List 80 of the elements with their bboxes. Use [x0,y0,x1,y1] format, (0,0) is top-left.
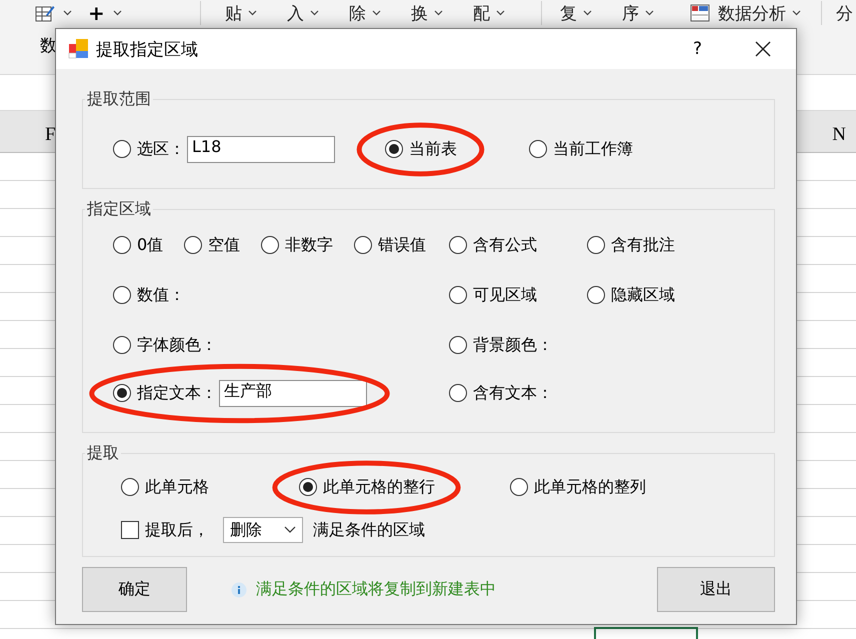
ribbon-button[interactable]: 配 [473,2,490,24]
caret-icon [310,10,319,16]
option-label: 字体颜色： [137,334,217,356]
radio-button[interactable] [449,384,467,402]
caret-icon [63,10,72,16]
option-label: 含有批注 [611,234,675,256]
option-label: 0值 [137,234,164,256]
window-title: 提取指定区域 [96,38,199,60]
group-title: 指定区域 [86,199,152,220]
radio-button[interactable] [510,478,528,496]
option-label: 此单元格 [145,476,209,498]
group-title: 提取 [86,443,120,464]
text-field[interactable]: 生产部 [219,380,367,406]
radio-button[interactable] [113,140,131,158]
ribbon-button[interactable]: 序 [622,2,639,24]
chevron-down-icon [284,526,296,534]
radio-button[interactable] [261,236,279,254]
ribbon-button[interactable]: 入 [287,2,304,24]
exit-button[interactable]: 退出 [657,567,775,612]
add-button[interactable]: + [88,3,105,23]
text-field[interactable]: L18 [187,136,335,162]
caret-icon [434,10,443,16]
ribbon-button[interactable]: 除 [349,2,366,24]
caret-icon [645,10,654,16]
option-label: 当前表 [409,138,457,160]
caret-icon [792,10,801,16]
group-title: 提取范围 [86,89,152,110]
ribbon-button[interactable]: 分 [836,2,853,24]
caret-icon [248,10,257,16]
radio-button[interactable] [587,236,605,254]
caret-icon [583,10,592,16]
option-label: 隐藏区域 [611,284,675,306]
option-label: 满足条件的区域 [313,520,425,540]
close-button[interactable] [754,40,772,58]
radio-button[interactable] [449,236,467,254]
radio-button[interactable] [113,286,131,304]
option-label: 非数字 [285,234,333,256]
radio-button[interactable] [113,384,131,402]
app-icon [68,38,90,60]
radio-button[interactable] [354,236,372,254]
table-edit-icon [35,4,55,22]
caret-icon [372,10,381,16]
radio-button[interactable] [113,236,131,254]
checkbox-label: 提取后， [145,520,209,540]
info-message: 满足条件的区域将复制到新建表中 [256,579,496,600]
ok-button[interactable]: 确定 [82,567,187,612]
option-label: 数值： [137,284,185,306]
radio-button[interactable] [113,336,131,354]
radio-button[interactable] [529,140,547,158]
radio-button[interactable] [449,286,467,304]
radio-button[interactable] [184,236,202,254]
option-label: 含有公式 [473,234,537,256]
ribbon-button[interactable]: 贴 [225,2,242,24]
radio-button[interactable] [587,286,605,304]
option-label: 含有文本： [473,382,553,404]
checkbox[interactable] [121,521,139,539]
caret-icon [496,10,505,16]
ribbon-button[interactable]: 数据分析 [718,2,786,24]
option-label: 可见区域 [473,284,537,306]
option-label: 背景颜色： [473,334,553,356]
option-label: 错误值 [378,234,426,256]
info-icon [231,582,247,598]
caret-icon [112,10,122,16]
option-label: 此单元格的整列 [534,476,646,498]
column-header: N [832,124,846,147]
radio-button[interactable] [121,478,139,496]
radio-button[interactable] [299,478,317,496]
column-header: F [45,124,56,147]
option-label: 选区： [137,138,185,160]
option-label: 指定文本： [137,382,217,404]
ribbon-label: 数 [40,35,57,57]
option-label: 空值 [208,234,240,256]
option-label: 当前工作簿 [553,138,633,160]
help-button[interactable]: ? [692,39,702,59]
dropdown[interactable]: 删除 [223,517,303,543]
option-label: 此单元格的整行 [323,476,435,498]
radio-button[interactable] [385,140,403,158]
radio-button[interactable] [449,336,467,354]
ribbon-button[interactable]: 换 [411,2,428,24]
ribbon-button[interactable]: 复 [560,2,577,24]
